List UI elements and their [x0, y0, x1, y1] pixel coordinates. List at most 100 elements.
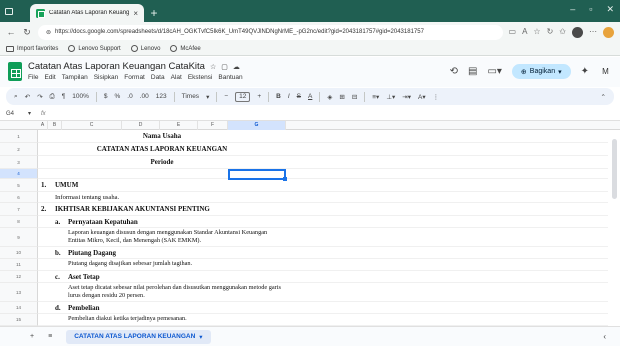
merge-cells-icon[interactable]: ⊟ — [352, 93, 357, 101]
section-heading[interactable]: UMUM — [55, 181, 78, 189]
profile-avatar[interactable] — [572, 26, 583, 38]
text-rotation-icon[interactable]: A▾ — [418, 93, 426, 101]
read-aloud-icon[interactable]: A — [522, 27, 527, 38]
menu-insert[interactable]: Sisipkan — [94, 74, 119, 81]
currency-format-button[interactable]: $ — [104, 93, 108, 100]
font-size-input[interactable]: 12 — [235, 91, 251, 102]
row-header[interactable]: 5 — [0, 179, 38, 192]
chevron-down-icon[interactable]: ▾ — [206, 93, 209, 101]
paint-format-icon[interactable]: ¶ — [62, 93, 66, 100]
subsection-heading[interactable]: Pernyataan Kepatuhan — [68, 218, 138, 226]
menu-data[interactable]: Data — [151, 74, 165, 81]
window-menu-icon[interactable] — [0, 0, 18, 22]
menu-help[interactable]: Bantuan — [218, 74, 242, 81]
menu-extensions[interactable]: Ekstensi — [188, 74, 213, 81]
browser-tab[interactable]: Catatan Atas Laporan Keuangan × — [30, 4, 144, 22]
menu-view[interactable]: Tampilan — [62, 74, 88, 81]
chevron-down-icon[interactable]: ▾ — [199, 333, 202, 341]
more-menu-icon[interactable]: ⋯ — [589, 27, 597, 38]
row-header[interactable]: 12 — [0, 271, 38, 283]
subsection-letter[interactable]: d. — [55, 304, 61, 312]
more-formats-button[interactable]: 123 — [156, 93, 167, 100]
bold-button[interactable]: B — [276, 93, 281, 100]
tab-close-icon[interactable]: × — [133, 9, 138, 18]
sheet-tab-catatan[interactable]: CATATAN ATAS LAPORAN KEUANGAN ▾ — [66, 329, 211, 344]
name-box[interactable]: G4 — [0, 111, 28, 117]
section-number[interactable]: 1. — [41, 181, 46, 189]
menu-tools[interactable]: Alat — [171, 74, 182, 81]
favorite-star-icon[interactable]: ☆ — [533, 27, 540, 38]
subsection-letter[interactable]: b. — [55, 249, 61, 257]
account-avatar[interactable]: M — [599, 65, 612, 78]
extension-icon[interactable] — [603, 26, 614, 38]
star-icon[interactable]: ☆ — [210, 63, 216, 71]
spreadsheet-grid[interactable]: A B C D E F G 1 Nama Usaha 2 CATATAN ATAS L… — [0, 121, 620, 326]
all-sheets-icon[interactable]: ≡ — [48, 333, 52, 340]
paragraph-cell[interactable]: Piutang dagang disajikan sebesar jumlah … — [68, 260, 286, 268]
move-folder-icon[interactable]: ▢ — [221, 63, 228, 71]
document-title[interactable]: Catatan Atas Laporan Keuangan CataKita — [28, 61, 205, 72]
close-window-button[interactable]: ✕ — [606, 4, 614, 15]
row-header[interactable]: 3 — [0, 156, 38, 169]
cloud-status-icon[interactable]: ☁ — [233, 63, 240, 71]
vertical-align-icon[interactable]: ⊥▾ — [386, 93, 395, 101]
column-header-a[interactable]: A — [38, 121, 48, 130]
undo-icon[interactable]: ↶ — [25, 93, 30, 101]
section-number[interactable]: 2. — [41, 205, 46, 213]
row-header[interactable]: 13 — [0, 283, 38, 302]
row-header[interactable]: 1 — [0, 130, 38, 143]
increase-decimal-button[interactable]: .00 — [140, 93, 149, 100]
section-heading[interactable]: IKHTISAR KEBIJAKAN AKUNTANSI PENTING — [55, 205, 210, 213]
subsection-heading[interactable]: Pembelian — [68, 304, 100, 312]
borders-icon[interactable]: ⊞ — [339, 93, 344, 101]
bookmark-import-favorites[interactable]: Import favorites — [6, 45, 58, 52]
paragraph-cell[interactable]: Aset tetap dicatat sebesar nilai peroleh… — [68, 284, 286, 300]
row-header[interactable]: 15 — [0, 314, 38, 326]
title-cell[interactable]: Periode — [38, 158, 286, 166]
bookmark-lenovo-support[interactable]: Lenovo Support — [68, 45, 121, 52]
font-family-select[interactable]: Times — [182, 93, 199, 100]
bookmark-lenovo[interactable]: Lenovo — [130, 45, 160, 52]
font-size-increase-button[interactable]: + — [257, 93, 261, 100]
strikethrough-button[interactable]: S — [297, 93, 301, 100]
decrease-decimal-button[interactable]: .0 — [127, 93, 132, 100]
text-wrap-icon[interactable]: ⇥▾ — [402, 93, 411, 101]
reload-icon[interactable]: ↻ — [22, 27, 32, 38]
redo-icon[interactable]: ↷ — [37, 93, 42, 101]
chevron-down-icon[interactable]: ▾ — [28, 110, 31, 117]
print-icon[interactable]: ⎙ — [50, 93, 55, 101]
row-header[interactable]: 11 — [0, 259, 38, 271]
cast-icon[interactable]: ▭ — [509, 27, 517, 38]
site-info-icon[interactable]: ⊜ — [46, 29, 51, 36]
row-header[interactable]: 7 — [0, 203, 38, 216]
gemini-icon[interactable]: ✦ — [581, 66, 589, 77]
subsection-heading[interactable]: Aset Tetap — [68, 273, 100, 281]
row-header[interactable]: 4 — [0, 169, 38, 179]
text-color-button[interactable]: A — [308, 93, 312, 100]
row-header[interactable]: 9 — [0, 228, 38, 247]
title-cell[interactable]: CATATAN ATAS LAPORAN KEUANGAN — [38, 145, 286, 153]
zoom-select[interactable]: 100% — [72, 93, 89, 100]
sheets-logo-icon[interactable] — [8, 62, 22, 81]
paragraph-cell[interactable]: Laporan keuangan disusun dengan mengguna… — [68, 229, 286, 245]
add-sheet-button[interactable]: + — [30, 333, 34, 340]
menu-format[interactable]: Format — [124, 74, 145, 81]
italic-button[interactable]: I — [288, 93, 290, 100]
comments-icon[interactable]: ▤ — [468, 66, 477, 77]
back-icon[interactable]: ← — [6, 27, 16, 37]
vertical-scrollbar[interactable] — [612, 139, 617, 199]
paragraph-cell[interactable]: Informasi tentang usaha. — [55, 194, 119, 201]
row-header[interactable]: 10 — [0, 247, 38, 259]
share-button[interactable]: ⊕ Bagikan ▾ — [511, 64, 571, 79]
menu-file[interactable]: File — [28, 74, 38, 81]
url-field[interactable]: ⊜ https://docs.google.com/spreadsheets/d… — [38, 24, 503, 40]
new-tab-button[interactable]: + — [146, 4, 162, 22]
font-size-decrease-button[interactable]: − — [224, 93, 228, 100]
title-cell[interactable]: Nama Usaha — [38, 132, 286, 140]
column-header-b[interactable]: B — [48, 121, 62, 130]
percent-format-button[interactable]: % — [115, 93, 121, 100]
column-header-f[interactable]: F — [198, 121, 228, 130]
maximize-button[interactable]: ▫ — [589, 4, 592, 15]
meet-icon[interactable]: ▭▾ — [487, 66, 501, 77]
subsection-heading[interactable]: Piutang Dagang — [68, 249, 116, 257]
